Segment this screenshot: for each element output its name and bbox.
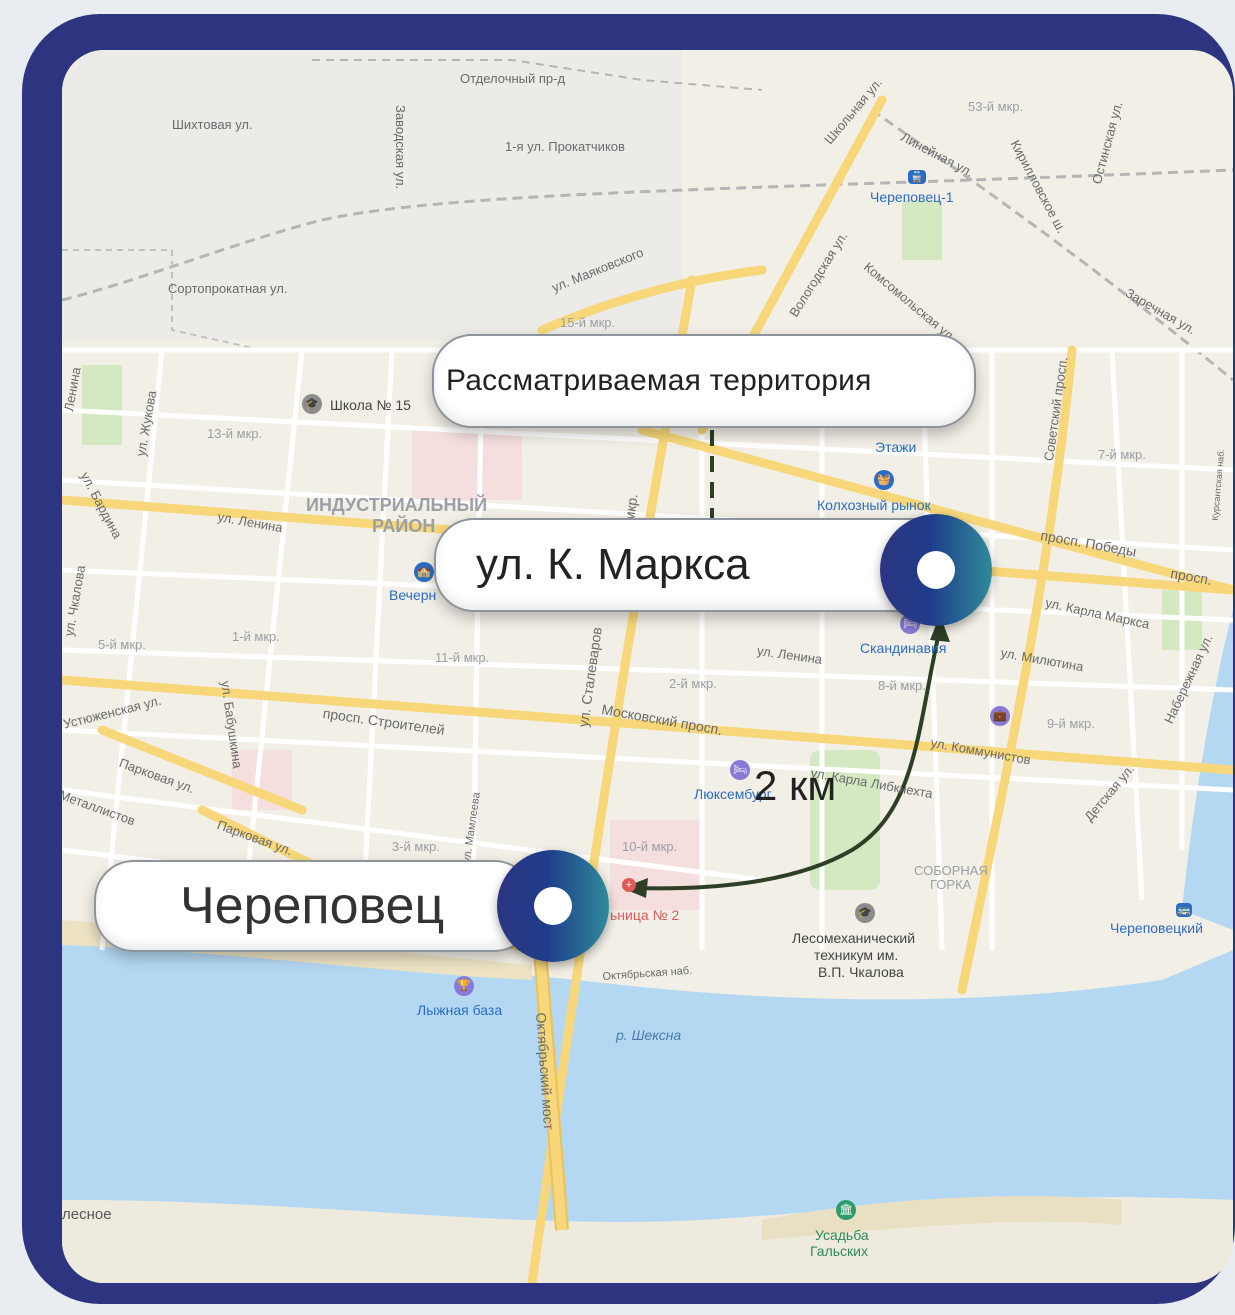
map-label: Колхозный рынок bbox=[817, 497, 931, 513]
map-label: Сортопрокатная ул. bbox=[168, 281, 288, 296]
map-view[interactable]: Отделочный пр-д Шихтовая ул. Заводская у… bbox=[62, 50, 1233, 1283]
park bbox=[82, 365, 122, 445]
map-label: В.П. Чкалова bbox=[818, 964, 904, 980]
map-label: горка bbox=[930, 877, 972, 892]
map-label: Индустриальный bbox=[306, 495, 488, 515]
briefcase-icon: 💼 bbox=[990, 706, 1010, 726]
map-label: 53-й мкр. bbox=[968, 99, 1024, 114]
map-label: район bbox=[372, 516, 436, 536]
map-label: Соборная bbox=[914, 863, 988, 878]
map-label: Вечерн bbox=[389, 587, 437, 603]
map-label: техникум им. bbox=[814, 947, 899, 963]
museum-icon: 🏛 bbox=[836, 1200, 856, 1220]
map-label: 10-й мкр. bbox=[622, 839, 678, 854]
map-label: Лыжная база bbox=[417, 1002, 503, 1018]
trophy-icon: 🏆 bbox=[454, 976, 474, 996]
map-label: Скандинавия bbox=[860, 640, 947, 656]
train-icon: 🚆 bbox=[908, 170, 926, 184]
industrial-zone bbox=[62, 50, 682, 340]
map-label: 1-я ул. Прокатчиков bbox=[505, 139, 625, 154]
map-label: 5-й мкр. bbox=[98, 637, 146, 652]
distance-label: 2 км bbox=[754, 762, 837, 809]
graduation-cap-icon: 🎓 bbox=[302, 394, 322, 414]
callout-street: ул. К. Маркса bbox=[434, 518, 954, 612]
map-label: Череповец-1 bbox=[870, 189, 954, 205]
map-label: 3-й мкр. bbox=[392, 839, 440, 854]
map-label: Усадьба bbox=[815, 1227, 869, 1243]
map-label: Гальских bbox=[810, 1243, 868, 1259]
location-pin-street[interactable] bbox=[880, 514, 992, 626]
bed-icon: 🛏 bbox=[730, 760, 750, 780]
map-label: 1-й мкр. bbox=[232, 629, 280, 644]
college-icon: 🎓 bbox=[855, 903, 875, 923]
map-label: 7-й мкр. bbox=[1098, 447, 1146, 462]
map-label: Отделочный пр-д bbox=[460, 71, 566, 86]
park bbox=[902, 200, 942, 260]
map-label: 13-й мкр. bbox=[207, 426, 263, 441]
map-label: 8-й мкр. bbox=[878, 678, 926, 693]
location-pin-city[interactable] bbox=[497, 850, 609, 962]
map-label: Череповецкий bbox=[1110, 920, 1203, 936]
map-label: лесное bbox=[62, 1206, 112, 1223]
map-label: Лесомеханический bbox=[792, 930, 916, 946]
map-label: Шихтовая ул. bbox=[172, 117, 253, 132]
map-label: Школа № 15 bbox=[330, 397, 411, 413]
map-label: 15-й мкр. bbox=[560, 315, 616, 330]
map-label: ьница № 2 bbox=[610, 907, 680, 923]
river-sheksna bbox=[62, 940, 1233, 1223]
callout-city-text: Череповец bbox=[180, 877, 445, 935]
callout-street-text: ул. К. Маркса bbox=[476, 540, 750, 589]
callout-area: Рассматриваемая территория bbox=[432, 334, 976, 428]
callout-city: Череповец bbox=[94, 860, 534, 952]
cross-icon: + bbox=[622, 878, 636, 892]
hospital-area bbox=[412, 430, 522, 500]
bus-icon: 🚌 bbox=[1176, 903, 1192, 917]
map-label: 11-й мкр. bbox=[435, 650, 490, 665]
callout-area-text: Рассматриваемая территория bbox=[446, 364, 872, 397]
pin-center bbox=[534, 887, 572, 925]
pin-center bbox=[917, 551, 955, 589]
college-icon: 🏫 bbox=[414, 562, 434, 582]
basket-icon: 🧺 bbox=[874, 470, 894, 490]
map-label: р. Шексна bbox=[616, 1027, 682, 1043]
map-label: Заводская ул. bbox=[393, 105, 408, 190]
map-label: Этажи bbox=[875, 439, 917, 455]
map-label: 9-й мкр. bbox=[1047, 716, 1095, 731]
map-label: 2-й мкр. bbox=[669, 676, 717, 691]
